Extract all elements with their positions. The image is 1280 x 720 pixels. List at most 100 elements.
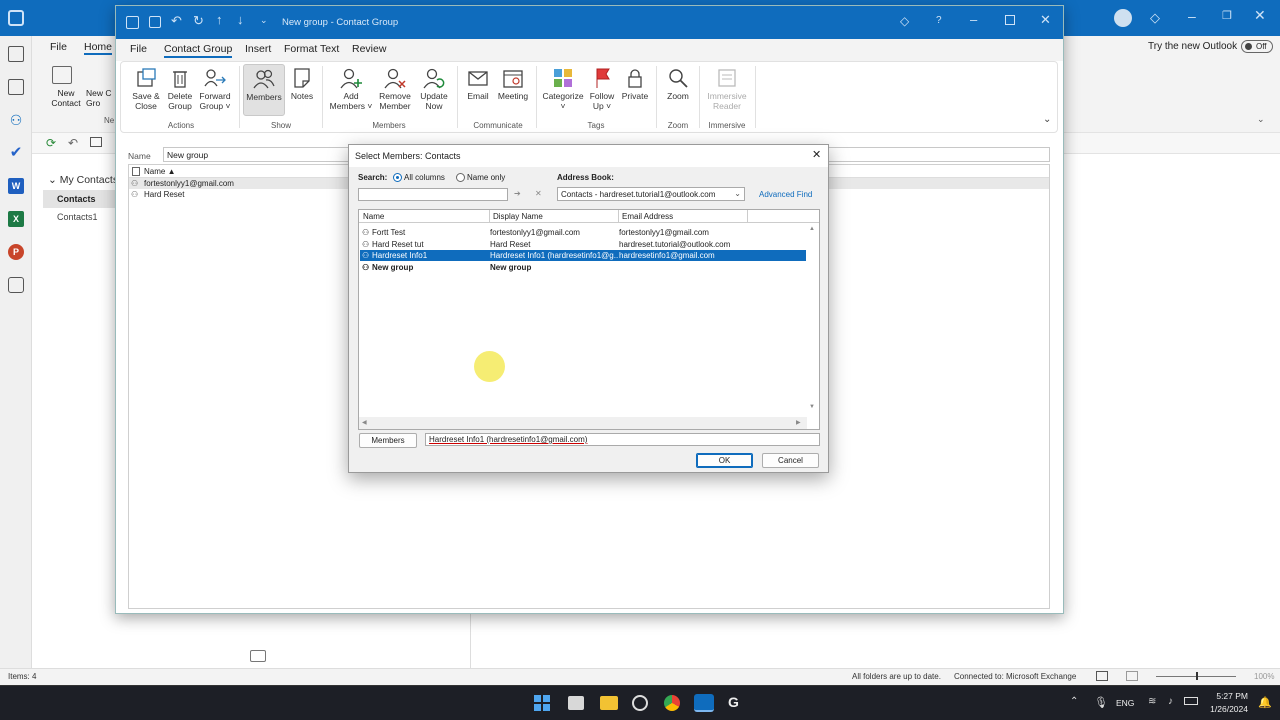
save-icon[interactable] — [149, 16, 161, 28]
new-contact-group-button[interactable]: New C Gro — [86, 88, 114, 108]
people-icon[interactable]: ⚇ — [8, 112, 24, 128]
radio-all-columns[interactable] — [393, 173, 402, 182]
follow-up-button[interactable]: Follow Up ˅ — [587, 67, 617, 111]
folder-item-contacts1[interactable]: Contacts1 — [57, 212, 98, 222]
restore-icon[interactable]: ❐ — [1222, 9, 1232, 22]
tab-contact-group[interactable]: Contact Group — [164, 43, 233, 58]
language-indicator[interactable]: ENG — [1116, 698, 1134, 708]
scroll-down-icon[interactable]: ▼ — [809, 404, 815, 410]
try-new-outlook-toggle[interactable]: Off — [1241, 40, 1273, 53]
clock-date[interactable]: 1/26/2024 — [1200, 704, 1248, 714]
horizontal-scrollbar[interactable]: ◀ ▶ — [359, 417, 807, 429]
excel-icon[interactable]: X — [8, 211, 24, 227]
members-field[interactable]: Hardreset Info1 (hardresetinfo1@gmail.co… — [425, 433, 820, 446]
normal-view-icon[interactable] — [1096, 671, 1108, 681]
table-row[interactable]: ⚇ Hardreset Info1 Hardreset Info1 (hardres… — [360, 250, 806, 261]
advanced-find-link[interactable]: Advanced Find — [759, 190, 812, 199]
volume-icon[interactable]: ♪ — [1168, 696, 1173, 707]
notifications-icon[interactable]: 🔔 — [1258, 696, 1272, 709]
word-icon[interactable]: W — [8, 178, 24, 194]
chrome-icon[interactable] — [664, 695, 680, 711]
mail-icon[interactable] — [8, 46, 24, 62]
add-members-button[interactable]: Add Members ˅ — [329, 67, 373, 111]
minimize-icon[interactable]: – — [970, 12, 977, 27]
outlook-taskbar-icon[interactable] — [694, 694, 714, 712]
arrow-up-icon[interactable]: ↑ — [216, 12, 223, 27]
app-taskbar-icon[interactable]: G — [728, 694, 739, 710]
tab-file[interactable]: File — [130, 43, 147, 55]
members-add-button[interactable]: Members — [359, 433, 417, 448]
close-icon[interactable]: ✕ — [1254, 7, 1266, 24]
tab-home[interactable]: Home — [84, 41, 113, 55]
undo-icon[interactable]: ↶ — [171, 13, 182, 29]
file-explorer-icon[interactable] — [600, 696, 618, 710]
vertical-scrollbar[interactable]: ▲ ▼ — [807, 224, 818, 416]
scroll-left-icon[interactable]: ◀ — [362, 419, 367, 426]
scroll-right-icon[interactable]: ▶ — [796, 419, 801, 426]
diamond-icon[interactable]: ◇ — [900, 14, 909, 28]
help-icon[interactable]: ? — [936, 15, 942, 26]
tab-file[interactable]: File — [50, 41, 67, 53]
meeting-button[interactable]: Meeting — [495, 67, 531, 101]
sync-icon[interactable]: ⟳ — [46, 136, 56, 150]
private-button[interactable]: Private — [619, 67, 651, 101]
diamond-icon[interactable]: ◇ — [1150, 10, 1160, 26]
categorize-button[interactable]: Categorize ˅ — [541, 67, 585, 111]
reading-view-icon[interactable] — [1126, 671, 1138, 681]
scroll-up-icon[interactable]: ▲ — [809, 226, 815, 232]
arrow-down-icon[interactable]: ↓ — [237, 12, 244, 27]
todo-check-icon[interactable]: ✔ — [8, 145, 24, 161]
powerpoint-icon[interactable]: P — [8, 244, 24, 260]
save-close-button[interactable]: Save & Close — [127, 67, 165, 111]
microphone-icon[interactable]: 🎙 — [1094, 696, 1108, 709]
calendar-icon[interactable] — [8, 79, 24, 95]
column-header-name[interactable]: Name ▲ — [144, 167, 175, 176]
email-button[interactable]: Email — [463, 67, 493, 101]
tray-overflow-icon[interactable]: ⌃ — [1070, 696, 1078, 707]
clear-search-icon[interactable]: ✕ — [535, 189, 542, 198]
column-header-email[interactable]: Email Address — [622, 212, 673, 221]
ribbon-expand-icon[interactable]: ⌄ — [1257, 114, 1265, 125]
zoom-button[interactable]: Zoom — [661, 67, 695, 101]
notes-button[interactable]: Notes — [287, 67, 317, 101]
clock-time[interactable]: 5:27 PM — [1204, 691, 1248, 701]
apps-icon[interactable] — [8, 277, 24, 293]
column-header-display-name[interactable]: Display Name — [493, 212, 543, 221]
delete-group-button[interactable]: Delete Group — [162, 67, 198, 111]
table-row[interactable]: ⚇ New group New group — [360, 262, 806, 273]
new-contact-button[interactable]: New Contact — [46, 88, 86, 108]
recorder-icon[interactable] — [632, 695, 648, 711]
cancel-button[interactable]: Cancel — [762, 453, 819, 468]
redo-icon[interactable]: ↻ — [193, 13, 204, 29]
radio-name-only[interactable] — [456, 173, 465, 182]
dialog-close-icon[interactable]: ✕ — [812, 148, 821, 161]
task-view-icon[interactable] — [568, 696, 584, 710]
wifi-icon[interactable]: ≋ — [1148, 696, 1156, 707]
immersive-reader-button[interactable]: Immersive Reader — [703, 67, 751, 111]
zoom-slider-thumb[interactable] — [1196, 672, 1198, 680]
minimize-icon[interactable]: – — [1188, 8, 1196, 24]
table-row[interactable]: ⚇ Hard Reset tut Hard Reset hardreset.tutor… — [360, 239, 806, 250]
customize-toolbar-icon[interactable]: ⌄ — [260, 15, 268, 26]
remove-member-button[interactable]: Remove Member — [375, 67, 415, 111]
address-book-icon[interactable] — [90, 137, 102, 147]
search-input[interactable] — [358, 188, 508, 201]
address-book-select[interactable]: Contacts - hardreset.tutorial1@outlook.c… — [557, 187, 745, 201]
battery-icon[interactable] — [1184, 697, 1198, 705]
my-contacts-header[interactable]: ⌄ My Contacts — [48, 174, 118, 186]
tab-review[interactable]: Review — [352, 43, 386, 55]
windows-start-icon[interactable] — [534, 695, 550, 711]
tab-insert[interactable]: Insert — [245, 43, 271, 55]
go-arrow-icon[interactable]: ➔ — [514, 189, 521, 198]
avatar[interactable] — [1114, 9, 1132, 27]
update-now-button[interactable]: Update Now — [417, 67, 451, 111]
forward-group-button[interactable]: Forward Group ˅ — [195, 67, 235, 111]
maximize-icon[interactable] — [1005, 15, 1015, 25]
table-row[interactable]: ⚇ Fortt Test fortestonlyy1@gmail.com fortes… — [360, 227, 806, 238]
ok-button[interactable]: OK — [696, 453, 753, 468]
undo-icon[interactable]: ↶ — [68, 136, 78, 150]
ribbon-collapse-icon[interactable]: ⌄ — [1043, 114, 1051, 125]
column-header-name[interactable]: Name — [363, 212, 384, 221]
close-icon[interactable]: ✕ — [1040, 12, 1051, 28]
contact-card-icon[interactable] — [250, 650, 266, 662]
